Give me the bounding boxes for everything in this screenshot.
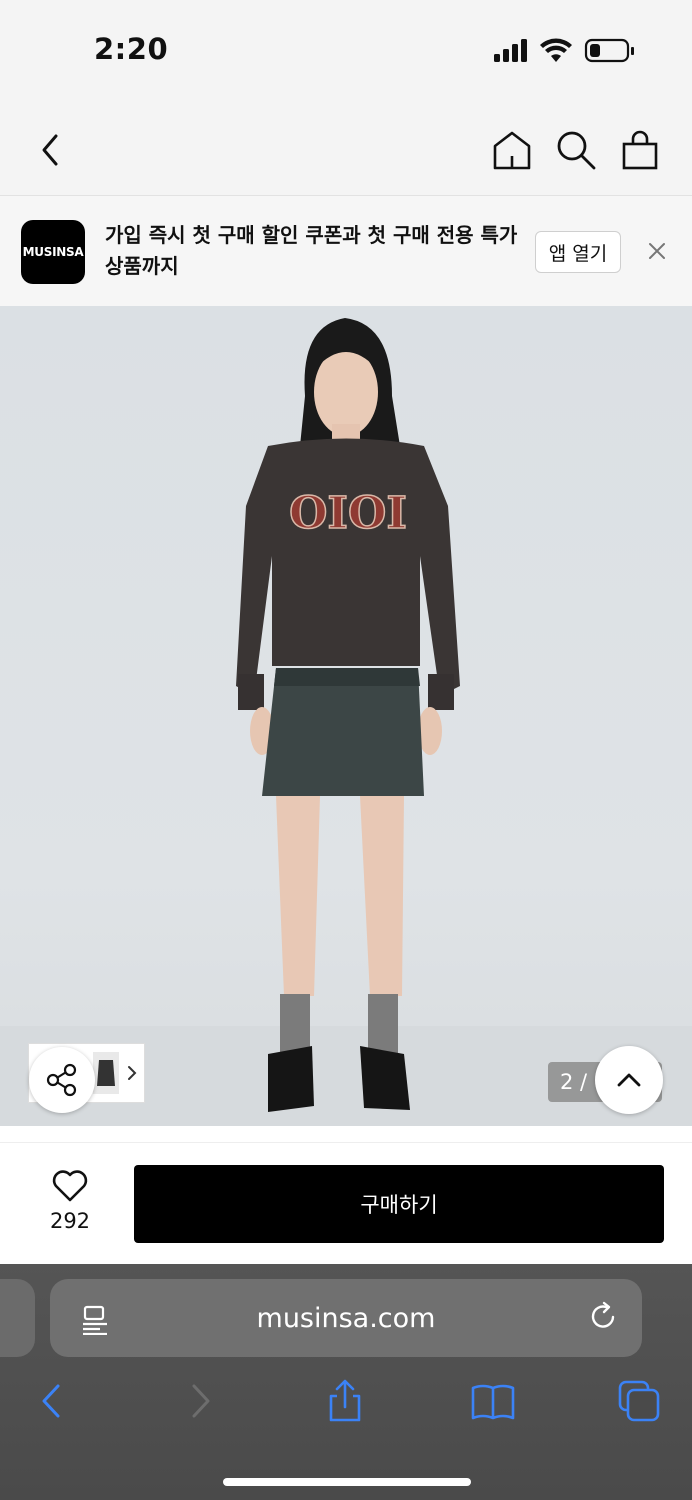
banner-message: 가입 즉시 첫 구매 할인 쿠폰과 첫 구매 전용 특가 상품까지 bbox=[105, 223, 518, 278]
signal-icon bbox=[494, 39, 527, 62]
address-bar[interactable]: musinsa.com bbox=[50, 1279, 642, 1357]
app-banner: MUSINSA 가입 즉시 첫 구매 할인 쿠폰과 첫 구매 전용 특가 상품까… bbox=[0, 196, 692, 306]
bookmarks-icon[interactable] bbox=[470, 1378, 516, 1424]
close-icon[interactable] bbox=[644, 238, 670, 264]
browser-back-icon[interactable] bbox=[28, 1378, 74, 1424]
divider bbox=[0, 1142, 692, 1143]
home-icon[interactable] bbox=[490, 128, 534, 172]
share-button[interactable] bbox=[29, 1047, 95, 1113]
battery-icon bbox=[584, 38, 634, 63]
like-count: 292 bbox=[49, 1209, 91, 1233]
product-image[interactable]: OIOI bbox=[0, 306, 692, 1126]
musinsa-logo: MUSINSA bbox=[21, 220, 85, 284]
thumbnail-image bbox=[93, 1052, 119, 1094]
back-icon[interactable] bbox=[28, 126, 72, 174]
reload-icon[interactable] bbox=[588, 1301, 620, 1335]
url-text: musinsa.com bbox=[256, 1302, 436, 1334]
previous-tab[interactable] bbox=[0, 1279, 35, 1357]
share-icon bbox=[46, 1063, 77, 1097]
search-icon[interactable] bbox=[554, 128, 598, 172]
status-time: 2:20 bbox=[94, 32, 169, 66]
chevron-up-icon bbox=[617, 1073, 641, 1087]
top-area: 2:20 bbox=[0, 0, 692, 196]
sweatshirt-graphic: OIOI bbox=[289, 488, 407, 539]
buy-button[interactable]: 구매하기 bbox=[134, 1165, 664, 1243]
browser-forward-icon[interactable] bbox=[178, 1378, 224, 1424]
model-illustration: OIOI bbox=[236, 318, 460, 1112]
home-indicator bbox=[223, 1478, 471, 1486]
scroll-to-top-button[interactable] bbox=[595, 1046, 663, 1114]
chevron-right-icon bbox=[128, 1066, 137, 1080]
share-sheet-icon[interactable] bbox=[322, 1378, 368, 1424]
shopping-bag-icon[interactable] bbox=[618, 128, 662, 172]
tabs-icon[interactable] bbox=[616, 1378, 662, 1424]
status-icons bbox=[494, 38, 634, 63]
open-app-button[interactable]: 앱 열기 bbox=[535, 231, 621, 273]
wifi-icon bbox=[540, 38, 572, 62]
heart-icon[interactable] bbox=[51, 1168, 89, 1204]
